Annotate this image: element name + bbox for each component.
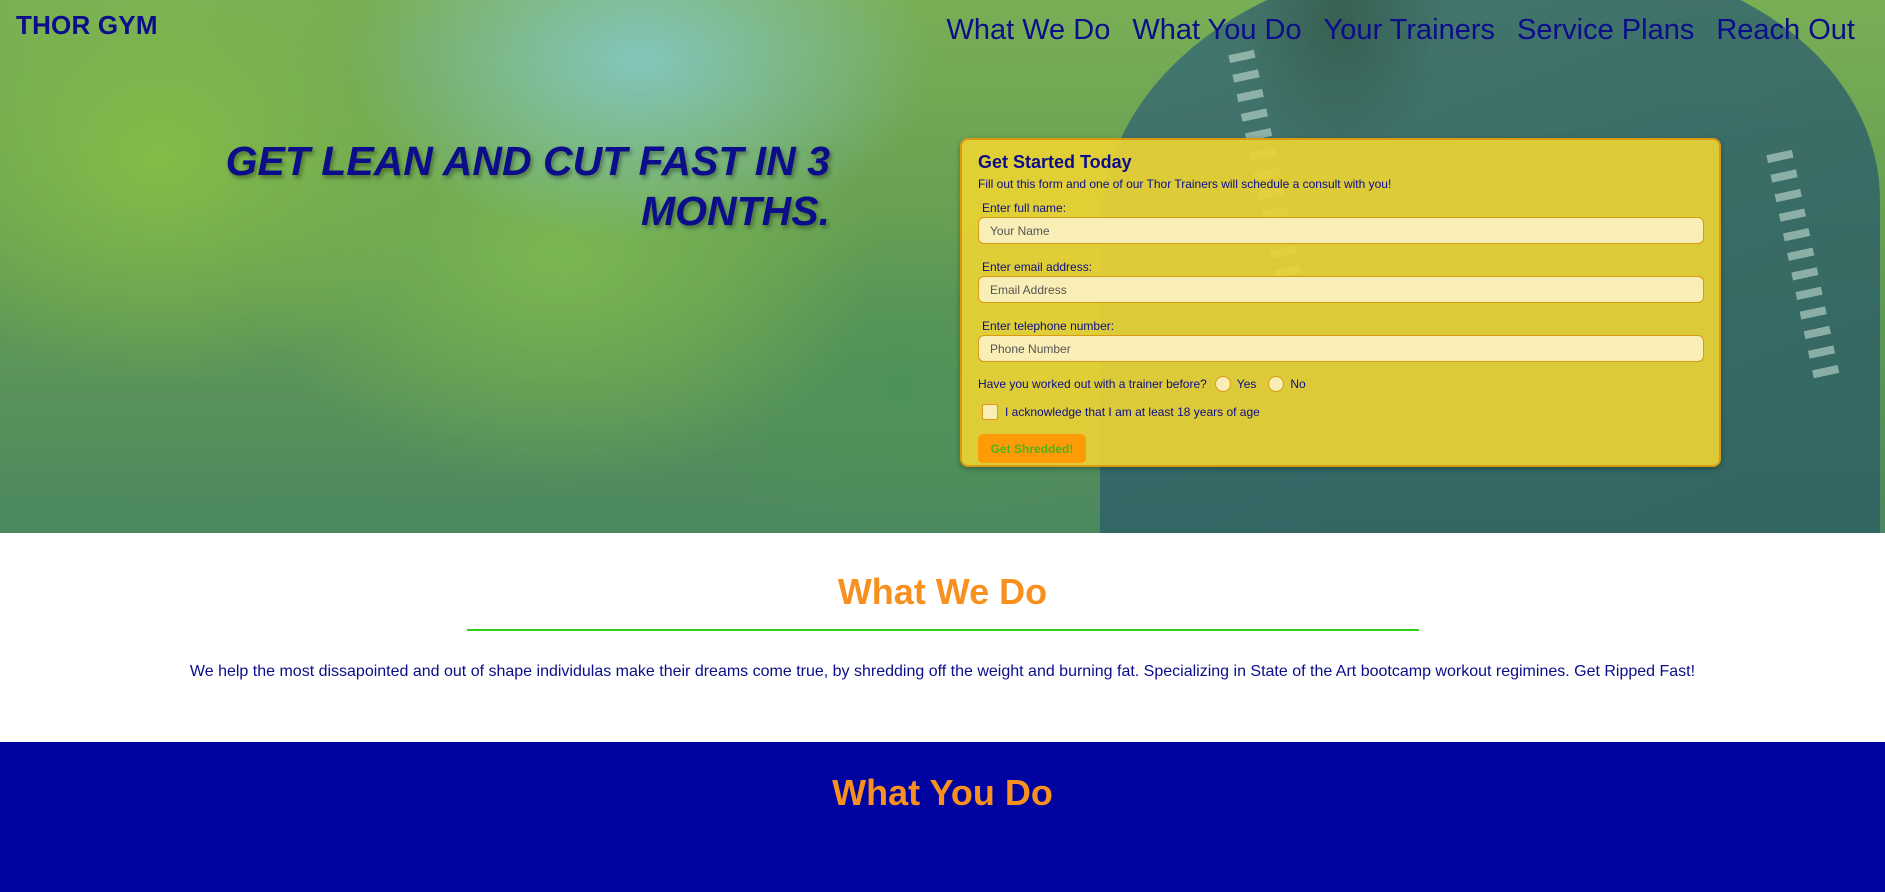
age-ack-label: I acknowledge that I am at least 18 year… bbox=[1005, 405, 1260, 419]
trainer-no-label: No bbox=[1290, 377, 1306, 391]
what-you-do-section: What You Do bbox=[0, 742, 1885, 892]
what-you-do-title: What You Do bbox=[832, 772, 1053, 813]
trainer-yes-radio[interactable] bbox=[1214, 376, 1231, 392]
age-ack-row: I acknowledge that I am at least 18 year… bbox=[982, 404, 1703, 420]
main-nav: What We Do What You Do Your Trainers Ser… bbox=[946, 14, 1855, 47]
submit-button[interactable]: Get Shredded! bbox=[978, 434, 1086, 463]
email-label: Enter email address: bbox=[982, 260, 1093, 274]
trainer-yes-option: Yes bbox=[1207, 376, 1257, 392]
trainer-question-label: Have you worked out with a trainer befor… bbox=[978, 377, 1207, 391]
what-we-do-title: What We Do bbox=[837, 571, 1048, 612]
what-we-do-section: What We Do We help the most dissapointed… bbox=[0, 533, 1885, 742]
nav-link-what-we-do[interactable]: What We Do bbox=[946, 14, 1110, 47]
what-we-do-text: We help the most dissapointed and out of… bbox=[189, 663, 1696, 680]
nav-link-service-plans[interactable]: Service Plans bbox=[1517, 14, 1694, 47]
trainer-no-option: No bbox=[1260, 376, 1306, 392]
name-input[interactable] bbox=[978, 217, 1704, 244]
name-label: Enter full name: bbox=[982, 201, 1067, 215]
nav-link-reach-out[interactable]: Reach Out bbox=[1716, 14, 1855, 47]
hero-section: THOR GYM What We Do What You Do Your Tra… bbox=[0, 0, 1885, 533]
phone-input[interactable] bbox=[978, 335, 1704, 362]
nav-link-your-trainers[interactable]: Your Trainers bbox=[1324, 14, 1495, 47]
section-divider bbox=[466, 629, 1419, 631]
nav-link-what-you-do[interactable]: What You Do bbox=[1132, 14, 1301, 47]
phone-label: Enter telephone number: bbox=[982, 319, 1115, 333]
trainer-no-radio[interactable] bbox=[1268, 376, 1285, 392]
signup-form: Get Started Today Fill out this form and… bbox=[960, 138, 1721, 467]
age-ack-checkbox[interactable] bbox=[982, 404, 998, 420]
hero-headline: GET LEAN AND CUT FAST IN 3 MONTHS. bbox=[225, 138, 830, 234]
email-input[interactable] bbox=[978, 276, 1704, 303]
form-subtitle: Fill out this form and one of our Thor T… bbox=[978, 177, 1392, 191]
trainer-yes-label: Yes bbox=[1236, 377, 1257, 391]
form-title: Get Started Today bbox=[978, 152, 1132, 172]
brand-logo[interactable]: THOR GYM bbox=[16, 10, 158, 41]
trainer-question-row: Have you worked out with a trainer befor… bbox=[978, 376, 1703, 392]
